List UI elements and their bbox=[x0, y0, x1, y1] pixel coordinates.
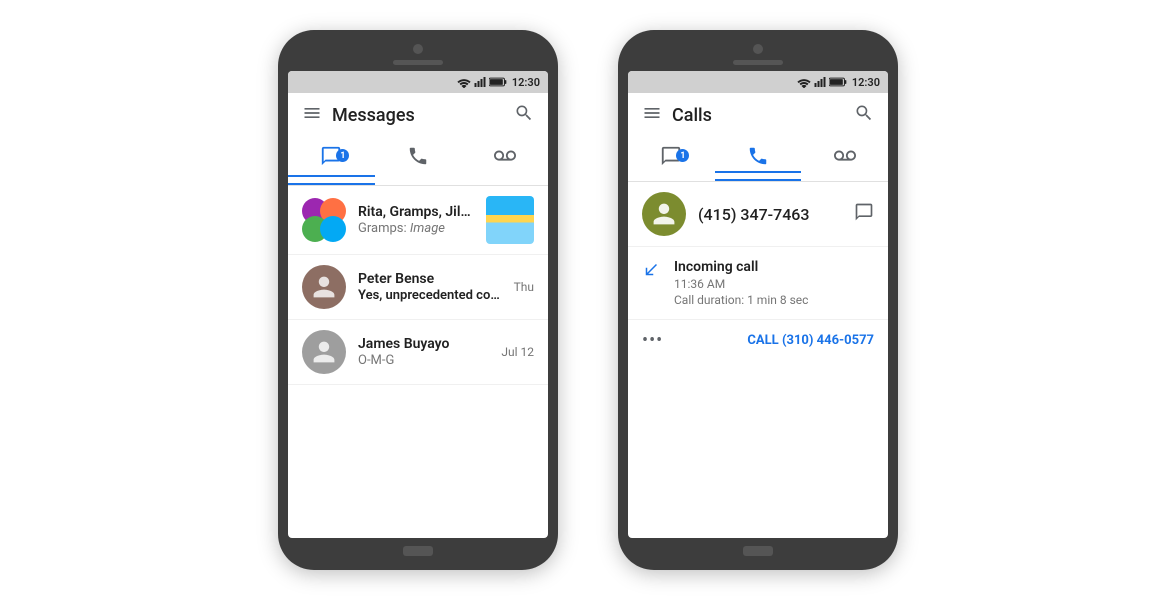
tab-calls-right[interactable] bbox=[715, 137, 802, 181]
status-icons-right: 12:30 bbox=[797, 76, 880, 89]
contact-avatar bbox=[642, 192, 686, 236]
call-number-row[interactable]: (415) 347-7463 bbox=[628, 182, 888, 247]
message-icon-call[interactable] bbox=[854, 202, 874, 226]
wifi-icon-left bbox=[457, 76, 471, 88]
call-actions-row: ••• CALL (310) 446-0577 bbox=[628, 320, 888, 361]
signal-icon-right bbox=[814, 76, 826, 88]
left-phone: 12:30 Messages bbox=[278, 30, 558, 570]
item-title-1: Rita, Gramps, Jill, James bbox=[358, 204, 474, 220]
phone-speaker-left bbox=[393, 60, 443, 65]
call-log-row[interactable]: Incoming call 11:36 AM Call duration: 1 … bbox=[628, 247, 888, 320]
calls-screen: 12:30 Calls bbox=[628, 71, 888, 538]
tab-voicemail-left[interactable] bbox=[461, 137, 548, 185]
call-time: 11:36 AM bbox=[674, 277, 874, 291]
item-content-2: Peter Bense Yes, unprecedented consumer … bbox=[358, 271, 502, 303]
status-bar-left: 12:30 bbox=[288, 71, 548, 93]
calls-title: Calls bbox=[672, 105, 844, 126]
messages-tab-badge-left: 1 bbox=[336, 149, 349, 162]
status-time-right: 12:30 bbox=[852, 76, 880, 89]
search-icon-left[interactable] bbox=[514, 103, 534, 127]
item-title-2: Peter Bense bbox=[358, 271, 502, 287]
battery-icon-left bbox=[489, 76, 507, 88]
beach-thumbnail bbox=[486, 196, 534, 244]
tabs-left: 1 bbox=[288, 137, 548, 186]
more-options-button[interactable]: ••• bbox=[642, 330, 663, 351]
tab-messages-left[interactable]: 1 bbox=[288, 137, 375, 185]
menu-icon-left[interactable] bbox=[302, 103, 322, 127]
calls-tab-icon-right bbox=[747, 145, 769, 167]
battery-icon-right bbox=[829, 76, 847, 88]
item-content-1: Rita, Gramps, Jill, James Gramps: Image bbox=[358, 204, 474, 236]
search-icon-right[interactable] bbox=[854, 103, 874, 127]
list-item[interactable]: Peter Bense Yes, unprecedented consumer … bbox=[288, 255, 548, 320]
status-time-left: 12:30 bbox=[512, 76, 540, 89]
incoming-call-arrow bbox=[642, 261, 660, 284]
list-item[interactable]: Rita, Gramps, Jill, James Gramps: Image bbox=[288, 186, 548, 255]
calls-tab-icon-left bbox=[407, 145, 429, 167]
tab-calls-left[interactable] bbox=[375, 137, 462, 185]
menu-icon-right[interactable] bbox=[642, 103, 662, 127]
call-duration: Call duration: 1 min 8 sec bbox=[674, 293, 874, 307]
messages-title: Messages bbox=[332, 105, 504, 126]
item-time-3: Jul 12 bbox=[501, 345, 534, 359]
item-title-3: James Buyayo bbox=[358, 336, 489, 352]
incoming-call-label: Incoming call bbox=[674, 259, 874, 275]
avatar-james bbox=[302, 330, 346, 374]
right-phone: 12:30 Calls bbox=[618, 30, 898, 570]
tab-underline-messages bbox=[288, 175, 375, 177]
home-button-right[interactable] bbox=[743, 546, 773, 556]
group-avatar bbox=[302, 198, 346, 242]
beach-image bbox=[486, 196, 534, 244]
messages-screen: 12:30 Messages bbox=[288, 71, 548, 538]
tab-voicemail-right[interactable] bbox=[801, 137, 888, 181]
call-number-display: (415) 347-7463 bbox=[698, 205, 842, 224]
tabs-right: 1 bbox=[628, 137, 888, 182]
item-time-2: Thu bbox=[514, 280, 534, 294]
voicemail-tab-icon-right bbox=[834, 145, 856, 167]
call-log-content: Incoming call 11:36 AM Call duration: 1 … bbox=[674, 259, 874, 307]
calls-detail-list: (415) 347-7463 Incoming call 11: bbox=[628, 182, 888, 538]
item-sub-2: Yes, unprecedented consumer value! bbox=[358, 288, 502, 303]
avatar-sm-4 bbox=[320, 216, 346, 242]
phone-camera-left bbox=[413, 44, 423, 54]
tab-underline-calls bbox=[715, 171, 802, 173]
wifi-icon-right bbox=[797, 76, 811, 88]
item-content-3: James Buyayo O-M-G bbox=[358, 336, 489, 368]
voicemail-tab-icon-left bbox=[494, 145, 516, 167]
toolbar-left: Messages bbox=[288, 93, 548, 137]
home-button-left[interactable] bbox=[403, 546, 433, 556]
messages-tab-badge-right: 1 bbox=[676, 149, 689, 162]
call-back-link[interactable]: CALL (310) 446-0577 bbox=[747, 333, 874, 348]
tab-messages-right[interactable]: 1 bbox=[628, 137, 715, 181]
toolbar-right: Calls bbox=[628, 93, 888, 137]
status-bar-right: 12:30 bbox=[628, 71, 888, 93]
conversation-list: Rita, Gramps, Jill, James Gramps: Image bbox=[288, 186, 548, 538]
signal-icon-left bbox=[474, 76, 486, 88]
avatar-peter bbox=[302, 265, 346, 309]
item-sub-3: O-M-G bbox=[358, 353, 489, 368]
item-sub-1: Gramps: Image bbox=[358, 221, 474, 236]
phone-speaker-right bbox=[733, 60, 783, 65]
phone-camera-right bbox=[753, 44, 763, 54]
list-item[interactable]: James Buyayo O-M-G Jul 12 bbox=[288, 320, 548, 385]
status-icons-left: 12:30 bbox=[457, 76, 540, 89]
